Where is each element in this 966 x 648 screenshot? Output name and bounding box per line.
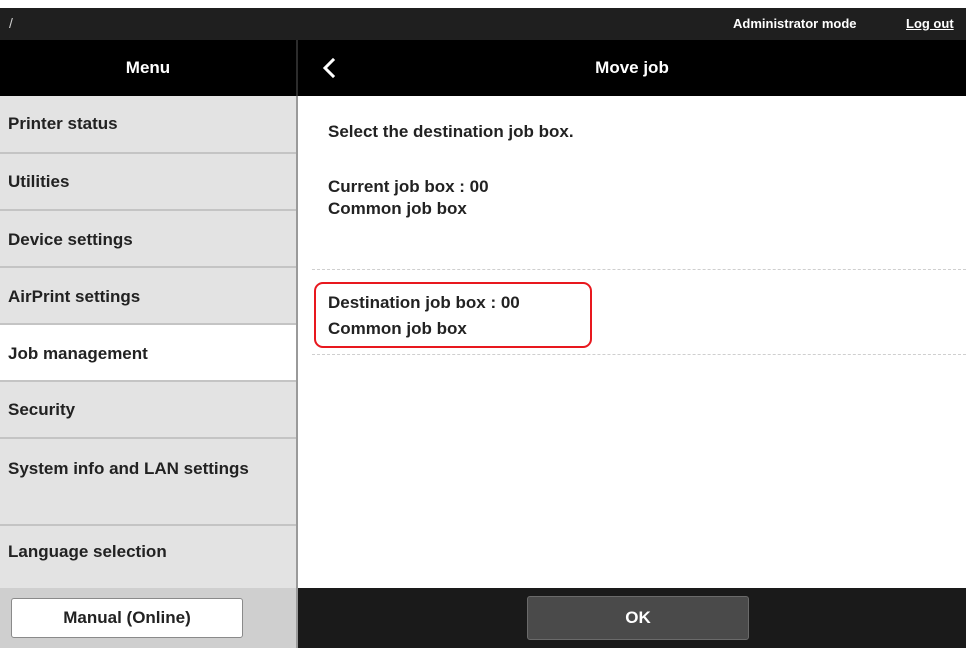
destination-job-box-text: Destination job box : 00 Common job box bbox=[328, 290, 520, 342]
destination-job-box-number: Destination job box : 00 bbox=[328, 293, 520, 312]
sidebar-item-label: Printer status bbox=[8, 114, 118, 133]
path-indicator: / bbox=[9, 15, 13, 31]
sidebar-item-system-info[interactable]: System info and LAN settings bbox=[0, 439, 296, 526]
page-title: Move job bbox=[595, 58, 669, 77]
manual-online-button[interactable]: Manual (Online) bbox=[11, 598, 243, 638]
current-job-box: Current job box : 00 Common job box bbox=[328, 176, 489, 220]
footer-main: OK bbox=[298, 588, 966, 648]
divider bbox=[312, 354, 966, 355]
main-content: Select the destination job box. Current … bbox=[298, 96, 966, 588]
ok-button[interactable]: OK bbox=[527, 596, 749, 640]
sidebar-item-language-selection[interactable]: Language selection bbox=[0, 526, 296, 588]
sidebar-item-label: Language selection bbox=[8, 542, 167, 561]
sidebar-item-label: System info and LAN settings bbox=[8, 459, 249, 478]
destination-job-box[interactable]: Destination job box : 00 Common job box bbox=[314, 282, 592, 348]
sidebar-item-utilities[interactable]: Utilities bbox=[0, 154, 296, 211]
logout-link[interactable]: Log out bbox=[906, 16, 954, 31]
sidebar-item-label: Device settings bbox=[8, 230, 133, 249]
admin-mode-label: Administrator mode bbox=[733, 16, 857, 31]
sidebar-item-security[interactable]: Security bbox=[0, 382, 296, 439]
back-button[interactable] bbox=[312, 50, 348, 86]
sidebar-item-device-settings[interactable]: Device settings bbox=[0, 211, 296, 268]
current-job-box-number: Current job box : 00 bbox=[328, 177, 489, 196]
page-header: Move job bbox=[298, 40, 966, 96]
footer-left: Manual (Online) bbox=[0, 588, 298, 648]
sidebar-item-airprint-settings[interactable]: AirPrint settings bbox=[0, 268, 296, 325]
sidebar-item-job-management[interactable]: Job management bbox=[0, 325, 296, 382]
app-window: / Administrator mode Log out Menu Move j… bbox=[0, 0, 966, 648]
menu-title: Menu bbox=[125, 58, 171, 77]
sidebar-item-label: Security bbox=[8, 400, 76, 419]
top-bar-strip: / Administrator mode Log out bbox=[0, 8, 966, 40]
sidebar-menu: Printer status Utilities Device settings… bbox=[0, 96, 298, 588]
destination-job-box-name: Common job box bbox=[328, 319, 467, 338]
divider bbox=[312, 269, 966, 270]
sidebar-item-label: Job management bbox=[8, 344, 148, 363]
top-bar: / Administrator mode Log out bbox=[0, 0, 966, 40]
sidebar-item-label: AirPrint settings bbox=[8, 287, 141, 306]
sidebar-item-printer-status[interactable]: Printer status bbox=[0, 96, 296, 154]
current-job-box-name: Common job box bbox=[328, 199, 467, 218]
menu-header: Menu bbox=[0, 40, 298, 96]
instruction-text: Select the destination job box. bbox=[328, 122, 574, 141]
chevron-left-icon bbox=[322, 57, 336, 79]
sidebar-item-label: Utilities bbox=[8, 172, 70, 191]
